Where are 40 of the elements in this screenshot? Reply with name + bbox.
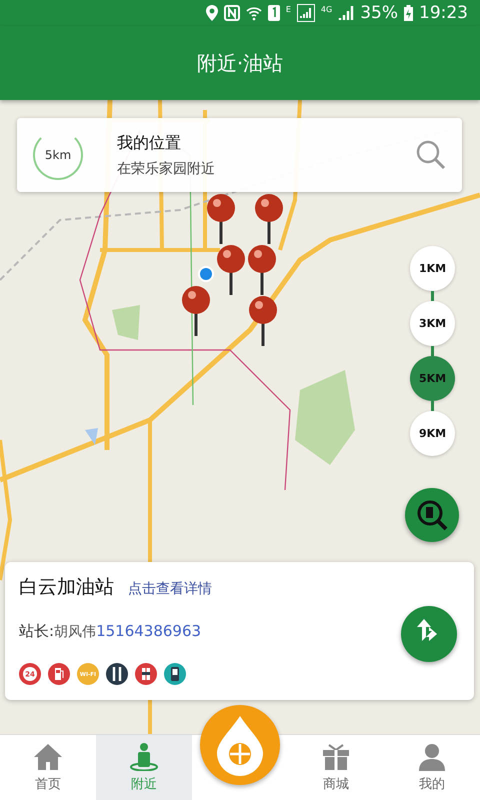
wifi-icon — [246, 5, 262, 21]
map-pin-icon[interactable] — [181, 286, 211, 336]
phone-link[interactable]: 15164386963 — [96, 622, 202, 640]
network-label: E — [286, 5, 291, 14]
network-type: 4G — [320, 5, 332, 14]
nav-tab[interactable]: 附近 — [96, 735, 192, 800]
station-name: 白云加油站 — [19, 575, 114, 600]
map-pin-icon[interactable] — [247, 245, 277, 295]
map-pin-icon[interactable] — [248, 296, 278, 346]
clock-time: 19:23 — [419, 3, 468, 23]
battery-level: 35% — [360, 3, 398, 23]
signal-icon — [338, 5, 354, 21]
amenity-icon — [164, 663, 186, 685]
map-pin-icon[interactable] — [216, 245, 246, 295]
amenity-icon — [48, 663, 70, 685]
location-title: 我的位置 — [117, 132, 182, 154]
gift-icon — [321, 742, 351, 770]
amenity-icon — [106, 663, 128, 685]
details-link[interactable]: 点击查看详情 — [128, 580, 212, 598]
sim-icon — [268, 5, 280, 21]
park-area — [112, 305, 140, 340]
battery-charging-icon — [404, 5, 413, 21]
location-icon — [206, 5, 218, 21]
user-icon — [417, 742, 447, 770]
nfc-icon — [224, 5, 240, 21]
manager-label: 站长: — [19, 622, 54, 641]
map-pin-icon[interactable] — [206, 194, 236, 244]
lake-area — [85, 428, 98, 445]
signal-icon — [296, 4, 315, 22]
home-icon — [33, 742, 63, 770]
manager-name: 胡风伟 — [54, 623, 96, 641]
map-pin-icon[interactable] — [254, 194, 284, 244]
search-icon[interactable] — [416, 140, 446, 170]
fuel-search-icon — [416, 499, 448, 531]
page-title: 附近·油站 — [196, 50, 284, 76]
navigate-button[interactable] — [401, 606, 457, 662]
location-address: 在荣乐家园附近 — [117, 160, 216, 178]
current-location-icon — [198, 266, 214, 282]
person-icon — [129, 742, 159, 770]
amenity-icon — [135, 663, 157, 685]
